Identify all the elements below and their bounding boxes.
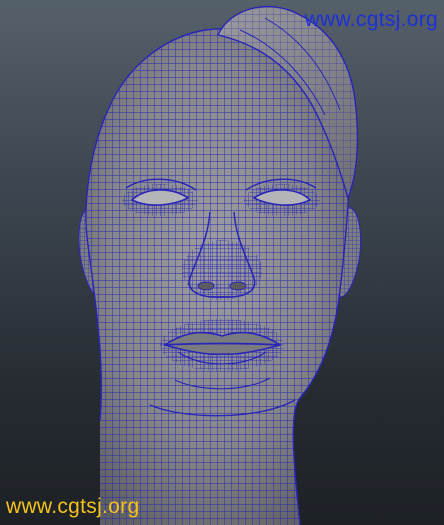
3d-viewport[interactable]: www.cgtsj.org www.cgtsj.org (0, 0, 444, 525)
watermark-top: www.cgtsj.org (304, 8, 438, 31)
head-model (78, 5, 362, 525)
watermark-bottom: www.cgtsj.org (6, 495, 140, 518)
face-mesh (85, 28, 351, 525)
